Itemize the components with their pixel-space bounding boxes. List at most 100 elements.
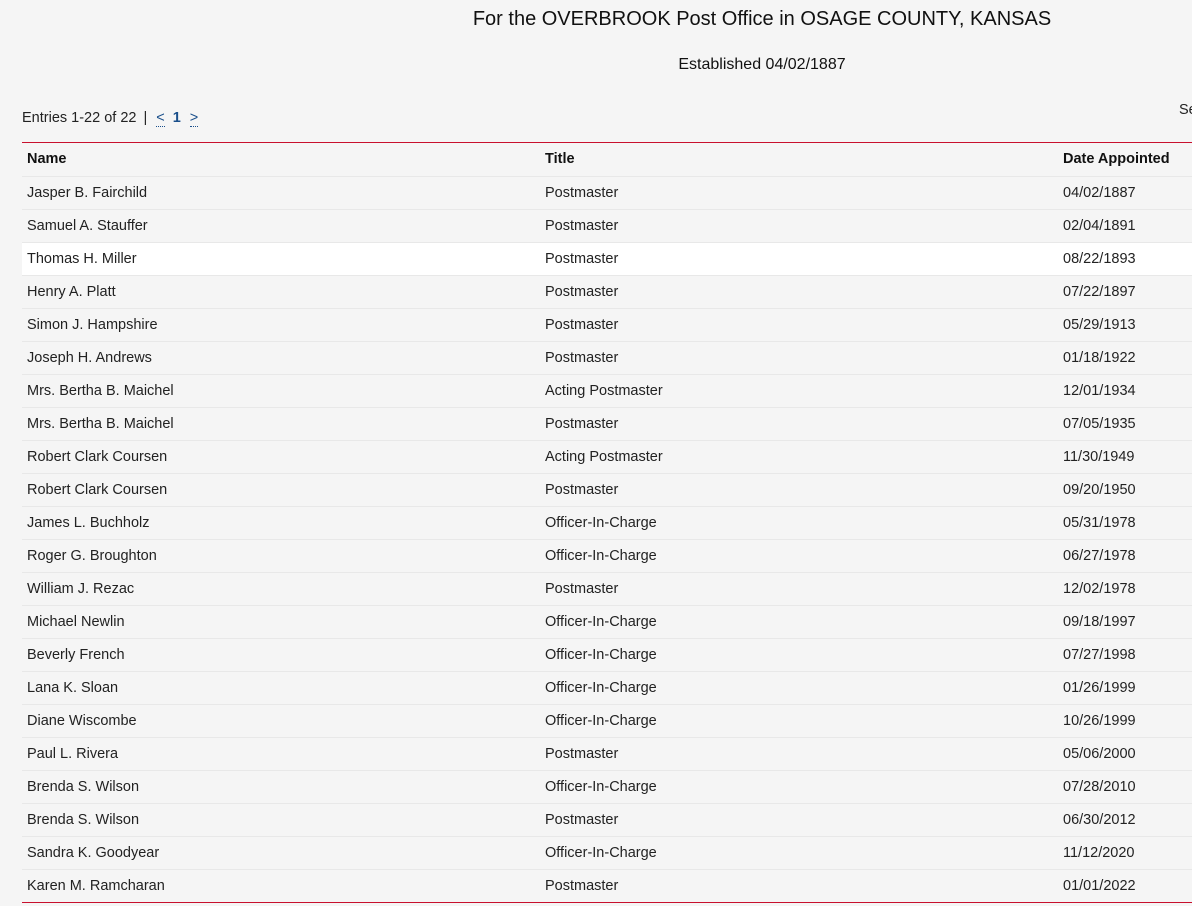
cell-name: William J. Rezac: [27, 581, 135, 597]
page-title: For the OVERBROOK Post Office in OSAGE C…: [472, 8, 1052, 30]
cell-title: Officer-In-Charge: [545, 515, 657, 531]
postmasters-table: Name Title Date Appointed Jasper B. Fair…: [22, 142, 1192, 903]
cell-name: Joseph H. Andrews: [27, 350, 152, 366]
table-row: Henry A. Platt Postmaster 07/22/1897: [22, 275, 1192, 308]
table-row: Michael Newlin Officer-In-Charge 09/18/199…: [22, 605, 1192, 638]
table-row: William J. Rezac Postmaster 12/02/1978: [22, 572, 1192, 605]
cell-name: Beverly French: [27, 647, 125, 663]
table-header: Name Title Date Appointed: [22, 143, 1192, 176]
cell-title: Postmaster: [545, 317, 619, 333]
cell-date-appointed: 07/27/1998: [1063, 647, 1136, 663]
cell-title: Officer-In-Charge: [545, 845, 657, 861]
column-header-name[interactable]: Name: [27, 143, 67, 176]
table-row: James L. Buchholz Officer-In-Charge 05/31/…: [22, 506, 1192, 539]
cell-date-appointed: 04/02/1887: [1063, 185, 1136, 201]
cell-date-appointed: 01/18/1922: [1063, 350, 1136, 366]
table-row: Beverly French Officer-In-Charge 07/27/199…: [22, 638, 1192, 671]
cell-date-appointed: 02/04/1891: [1063, 218, 1136, 234]
cell-name: Thomas H. Miller: [27, 251, 137, 267]
table-row: Roger G. Broughton Officer-In-Charge 06/27…: [22, 539, 1192, 572]
cell-name: Brenda S. Wilson: [27, 812, 140, 828]
cell-title: Postmaster: [545, 350, 619, 366]
cell-date-appointed: 05/06/2000: [1063, 746, 1136, 762]
cell-name: Brenda S. Wilson: [27, 779, 140, 795]
table-row: Paul L. Rivera Postmaster 05/06/2000: [22, 737, 1192, 770]
cell-name: Mrs. Bertha B. Maichel: [27, 416, 174, 432]
table-row: Mrs. Bertha B. Maichel Postmaster 07/05/19…: [22, 407, 1192, 440]
table-row: Robert Clark Coursen Acting Postmaster 11/…: [22, 440, 1192, 473]
search-label: Se: [1179, 102, 1192, 118]
cell-name: Jasper B. Fairchild: [27, 185, 148, 201]
cell-title: Postmaster: [545, 812, 619, 828]
cell-title: Officer-In-Charge: [545, 713, 657, 729]
cell-date-appointed: 01/01/2022: [1063, 878, 1136, 894]
table-body: Jasper B. Fairchild Postmaster 04/02/1887 S…: [22, 176, 1192, 902]
cell-date-appointed: 01/26/1999: [1063, 680, 1136, 696]
cell-date-appointed: 10/26/1999: [1063, 713, 1136, 729]
cell-date-appointed: 12/01/1934: [1063, 383, 1136, 399]
cell-title: Officer-In-Charge: [545, 680, 657, 696]
table-row: Samuel A. Stauffer Postmaster 02/04/1891: [22, 209, 1192, 242]
cell-name: Mrs. Bertha B. Maichel: [27, 383, 174, 399]
pagination: Entries 1-22 of 22 | <1 >: [22, 110, 199, 127]
table-row: Diane Wiscombe Officer-In-Charge 10/26/199…: [22, 704, 1192, 737]
cell-date-appointed: 11/30/1949: [1063, 449, 1135, 465]
table-row: Brenda S. Wilson Postmaster 06/30/2012: [22, 803, 1192, 836]
cell-title: Postmaster: [545, 416, 619, 432]
cell-date-appointed: 06/30/2012: [1063, 812, 1136, 828]
cell-title: Officer-In-Charge: [545, 614, 657, 630]
previous-page-link[interactable]: <: [156, 110, 165, 127]
table-row: Karen M. Ramcharan Postmaster 01/01/2022: [22, 869, 1192, 902]
table-row: Lana K. Sloan Officer-In-Charge 01/26/1999: [22, 671, 1192, 704]
cell-name: Sandra K. Goodyear: [27, 845, 160, 861]
cell-title: Officer-In-Charge: [545, 548, 657, 564]
column-header-title[interactable]: Title: [545, 143, 575, 176]
current-page: 1: [172, 110, 181, 126]
cell-title: Officer-In-Charge: [545, 779, 657, 795]
cell-name: Paul L. Rivera: [27, 746, 119, 762]
cell-title: Acting Postmaster: [545, 383, 663, 399]
next-page-link[interactable]: >: [189, 110, 199, 127]
established-date: Established 04/02/1887: [678, 56, 846, 73]
cell-name: James L. Buchholz: [27, 515, 150, 531]
cell-date-appointed: 07/05/1935: [1063, 416, 1136, 432]
table-row: Brenda S. Wilson Officer-In-Charge 07/28/2…: [22, 770, 1192, 803]
table-row: Thomas H. Miller Postmaster 08/22/1893: [22, 242, 1192, 275]
cell-date-appointed: 07/28/2010: [1063, 779, 1136, 795]
cell-name: Henry A. Platt: [27, 284, 116, 300]
cell-title: Postmaster: [545, 878, 619, 894]
cell-name: Michael Newlin: [27, 614, 125, 630]
cell-title: Postmaster: [545, 746, 619, 762]
cell-name: Karen M. Ramcharan: [27, 878, 165, 894]
entries-count: Entries 1-22 of 22: [22, 110, 137, 126]
cell-date-appointed: 09/20/1950: [1063, 482, 1136, 498]
cell-name: Lana K. Sloan: [27, 680, 119, 696]
table-row: Robert Clark Coursen Postmaster 09/20/1950: [22, 473, 1192, 506]
cell-title: Postmaster: [545, 185, 619, 201]
cell-title: Postmaster: [545, 251, 619, 267]
cell-date-appointed: 09/18/1997: [1063, 614, 1136, 630]
table-row: Joseph H. Andrews Postmaster 01/18/1922: [22, 341, 1192, 374]
cell-name: Diane Wiscombe: [27, 713, 137, 729]
cell-name: Simon J. Hampshire: [27, 317, 158, 333]
cell-name: Samuel A. Stauffer: [27, 218, 148, 234]
cell-name: Roger G. Broughton: [27, 548, 157, 564]
cell-title: Postmaster: [545, 218, 619, 234]
cell-title: Officer-In-Charge: [545, 647, 657, 663]
table-row: Jasper B. Fairchild Postmaster 04/02/1887: [22, 176, 1192, 209]
cell-name: Robert Clark Coursen: [27, 482, 168, 498]
cell-date-appointed: 05/31/1978: [1063, 515, 1136, 531]
cell-title: Postmaster: [545, 581, 619, 597]
table-row: Sandra K. Goodyear Officer-In-Charge 11/12…: [22, 836, 1192, 869]
column-header-date-appointed[interactable]: Date Appointed: [1063, 143, 1170, 176]
cell-date-appointed: 05/29/1913: [1063, 317, 1136, 333]
cell-title: Acting Postmaster: [545, 449, 663, 465]
cell-date-appointed: 08/22/1893: [1063, 251, 1136, 267]
cell-name: Robert Clark Coursen: [27, 449, 168, 465]
cell-date-appointed: 12/02/1978: [1063, 581, 1136, 597]
cell-date-appointed: 06/27/1978: [1063, 548, 1136, 564]
pager-separator: |: [143, 110, 148, 126]
table-row: Mrs. Bertha B. Maichel Acting Postmaster 1…: [22, 374, 1192, 407]
cell-title: Postmaster: [545, 284, 619, 300]
cell-date-appointed: 07/22/1897: [1063, 284, 1136, 300]
